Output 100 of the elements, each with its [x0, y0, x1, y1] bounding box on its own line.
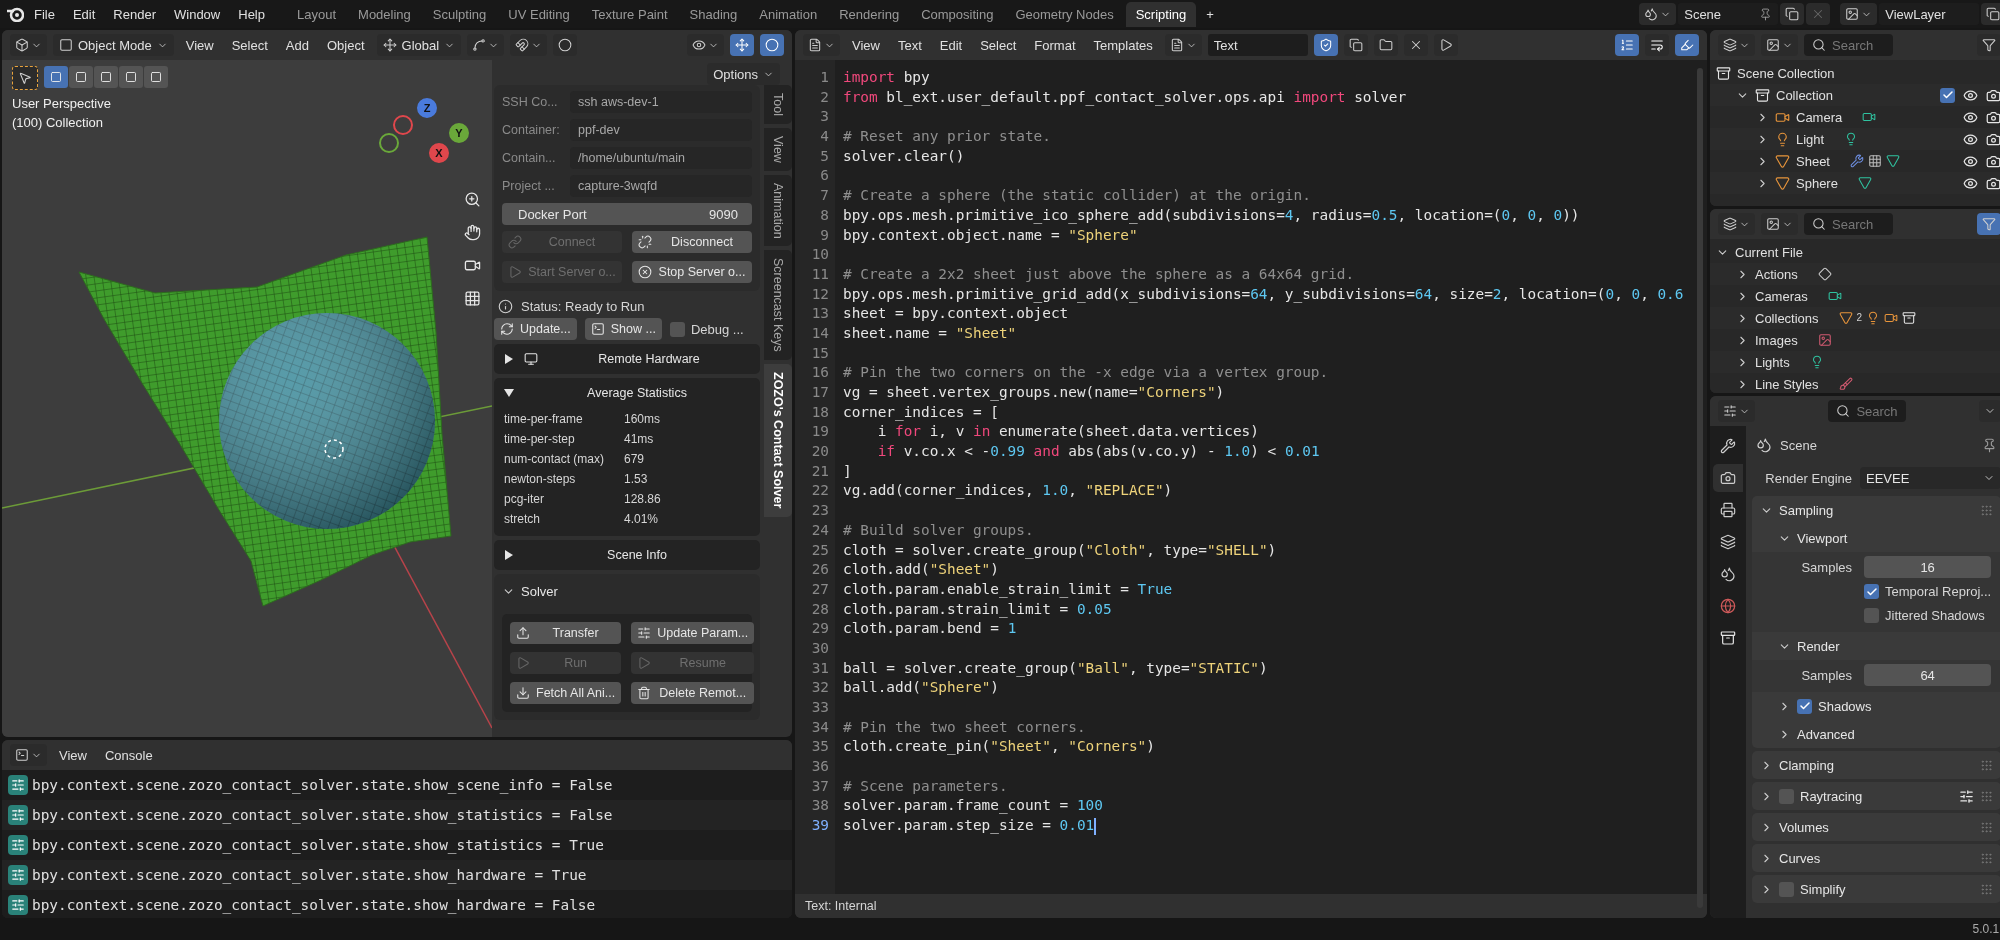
- selection-mode-button[interactable]: [44, 66, 68, 88]
- menu-item[interactable]: Edit: [64, 2, 104, 26]
- workspace-tab[interactable]: Shading: [679, 1, 748, 27]
- selection-mode-button[interactable]: [94, 66, 118, 88]
- negative-x-axis-handle[interactable]: [393, 115, 413, 135]
- panel-header[interactable]: Shadows: [1752, 692, 2000, 720]
- text-browse-button[interactable]: [1164, 34, 1202, 56]
- text-name-field[interactable]: Text: [1207, 34, 1308, 56]
- pivot-button[interactable]: [467, 34, 505, 56]
- workspace-tab[interactable]: UV Editing: [498, 1, 580, 27]
- eye-icon[interactable]: [1963, 175, 1979, 191]
- sidebar-tab[interactable]: View: [764, 127, 792, 171]
- view-layer-browse-button[interactable]: [1840, 3, 1878, 25]
- eye-icon[interactable]: [1963, 109, 1979, 125]
- menu-item[interactable]: Format: [1028, 34, 1082, 56]
- panel-button[interactable]: Stop Server o...: [632, 261, 752, 283]
- mode-dropdown[interactable]: Object Mode: [53, 34, 174, 56]
- search-field[interactable]: Search: [1828, 400, 1906, 422]
- menu-item[interactable]: Templates: [1087, 34, 1159, 56]
- new-view-layer-button[interactable]: [1981, 3, 2000, 25]
- panel-button[interactable]: Update...: [494, 318, 577, 340]
- menu-item[interactable]: Add: [279, 34, 315, 56]
- menu-item[interactable]: View: [846, 34, 886, 56]
- negative-y-axis-handle[interactable]: [379, 133, 399, 153]
- eye-icon[interactable]: [1963, 131, 1979, 147]
- number-field[interactable]: 64: [1864, 664, 1992, 686]
- workspace-tab[interactable]: Animation: [749, 1, 828, 27]
- panel-header[interactable]: Clamping: [1752, 751, 2000, 779]
- workspace-tab[interactable]: Rendering: [829, 1, 910, 27]
- selection-mode-button[interactable]: [144, 66, 168, 88]
- editor-type-button[interactable]: [1718, 213, 1755, 235]
- camera-icon[interactable]: [1986, 131, 2000, 147]
- display-mode-button[interactable]: [1761, 213, 1798, 235]
- menu-item[interactable]: Render: [105, 2, 164, 26]
- triangle-right-icon[interactable]: [504, 354, 514, 364]
- sliders-icon[interactable]: [1959, 788, 1975, 804]
- panel-button[interactable]: Update Param...: [631, 622, 755, 644]
- panel-button[interactable]: Show ...: [584, 318, 662, 340]
- workspace-tab[interactable]: Compositing: [911, 1, 1004, 27]
- selection-mode-button[interactable]: [69, 66, 93, 88]
- panel-button[interactable]: Delete Remot...: [631, 682, 755, 704]
- section-header[interactable]: Remote Hardware: [494, 344, 760, 374]
- checkbox[interactable]: [669, 321, 685, 337]
- add-workspace-button[interactable]: +: [1198, 2, 1222, 26]
- visibility-button[interactable]: [687, 34, 724, 56]
- blender-logo-icon[interactable]: [6, 6, 24, 22]
- workspace-tab[interactable]: Modeling: [348, 1, 421, 27]
- editor-type-button[interactable]: [10, 34, 47, 56]
- camera-icon[interactable]: [1986, 87, 2000, 103]
- sidebar-tab[interactable]: Tool: [764, 85, 792, 124]
- menu-item[interactable]: Edit: [933, 34, 969, 56]
- word-wrap-toggle[interactable]: [1645, 34, 1669, 56]
- open-text-button[interactable]: [1373, 34, 1398, 56]
- panel-header[interactable]: Viewport: [1752, 524, 2000, 552]
- snap-button[interactable]: [510, 34, 548, 56]
- workspace-tab[interactable]: Sculpting: [422, 1, 497, 27]
- workspace-tab[interactable]: Layout: [287, 1, 347, 27]
- number-field[interactable]: 16: [1864, 556, 1992, 578]
- menu-item[interactable]: File: [26, 2, 63, 26]
- select-tool-button[interactable]: [12, 66, 38, 90]
- workspace-tab[interactable]: Geometry Nodes: [1005, 1, 1124, 27]
- checkbox[interactable]: [1864, 584, 1879, 599]
- filter-button[interactable]: [1977, 34, 2000, 56]
- panel-header[interactable]: Sampling: [1752, 496, 2000, 524]
- eye-icon[interactable]: [1963, 87, 1979, 103]
- new-text-button[interactable]: [1343, 34, 1368, 56]
- camera-icon[interactable]: [1986, 153, 2000, 169]
- search-field[interactable]: Search: [1804, 213, 1893, 235]
- display-mode-button[interactable]: [1761, 34, 1798, 56]
- axis-handle[interactable]: Z: [417, 98, 437, 118]
- workspace-tab[interactable]: Scripting: [1125, 1, 1197, 27]
- checkbox[interactable]: [1779, 881, 1794, 897]
- menu-item[interactable]: Object: [320, 34, 371, 56]
- panel-header[interactable]: Volumes: [1752, 813, 2000, 841]
- triangle-right-icon[interactable]: [504, 550, 514, 560]
- editor-type-button[interactable]: [1718, 34, 1755, 56]
- panel-button[interactable]: Transfer: [510, 622, 622, 644]
- panel-header[interactable]: Curves: [1752, 844, 2000, 872]
- sidebar-tab[interactable]: ZOZO's Contact Solver: [764, 364, 792, 517]
- gizmo-toggle[interactable]: [730, 34, 754, 56]
- options-button[interactable]: [1979, 400, 2000, 422]
- editor-type-button[interactable]: [803, 34, 840, 56]
- properties-tab[interactable]: [1713, 464, 1743, 492]
- render-engine-dropdown[interactable]: EEVEE: [1860, 467, 2000, 489]
- new-scene-button[interactable]: [1780, 3, 1805, 25]
- editor-type-button[interactable]: [10, 744, 47, 766]
- search-field[interactable]: Search: [1804, 34, 1893, 56]
- menu-item[interactable]: Help: [230, 2, 273, 26]
- menu-item[interactable]: Console: [98, 744, 159, 766]
- section-header[interactable]: Scene Info: [494, 540, 760, 570]
- options-dropdown[interactable]: Options: [707, 63, 780, 85]
- view-layer-name-field[interactable]: ViewLayer: [1879, 3, 1980, 25]
- menu-item[interactable]: Text: [891, 34, 928, 56]
- filter-button[interactable]: [1977, 213, 2000, 235]
- scene-browse-button[interactable]: [1639, 3, 1677, 25]
- line-numbers-toggle[interactable]: [1615, 34, 1639, 56]
- menu-item[interactable]: Window: [166, 2, 229, 26]
- axis-handle[interactable]: Y: [449, 123, 469, 143]
- sidebar-tab[interactable]: Screencast Keys: [764, 250, 792, 361]
- syntax-highlight-toggle[interactable]: [1675, 34, 1699, 56]
